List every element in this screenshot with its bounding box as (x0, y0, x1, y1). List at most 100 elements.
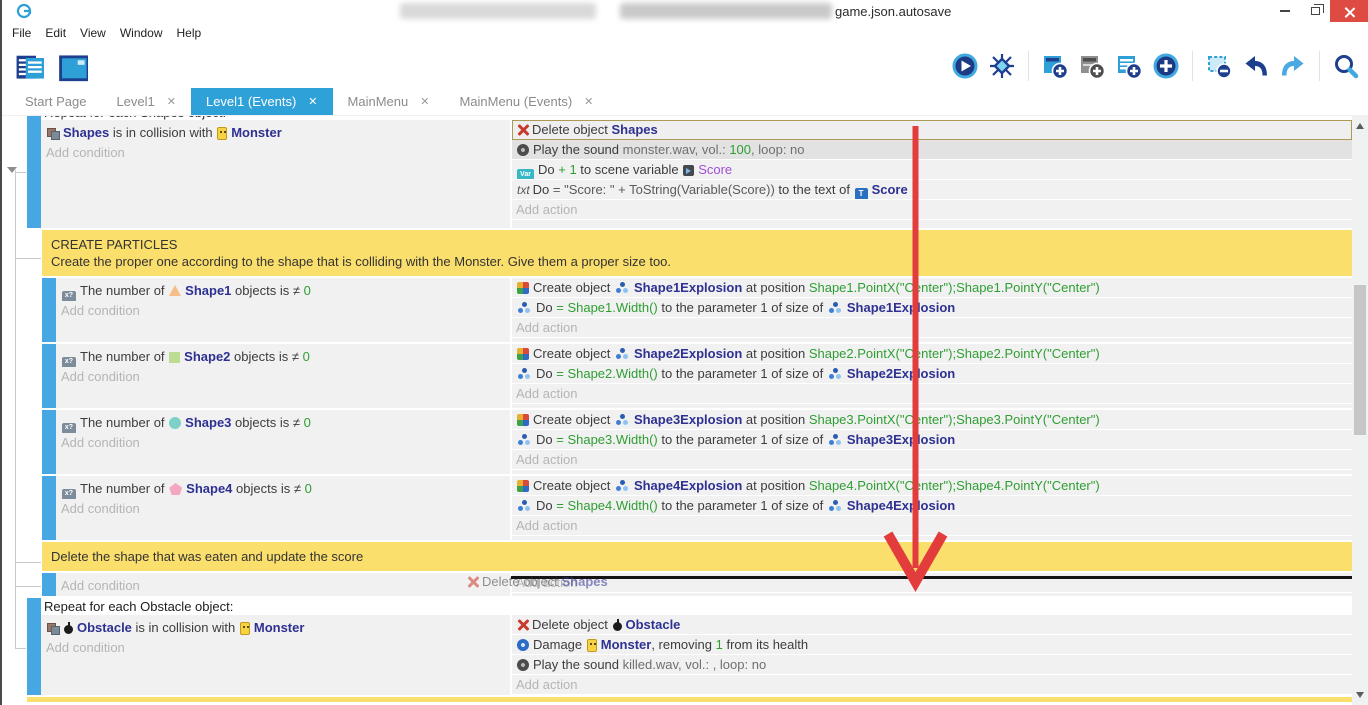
scroll-up-icon[interactable] (1356, 123, 1364, 129)
action-row[interactable]: Play the sound monster.wav, vol.: 100, l… (512, 140, 1352, 160)
event-selection-bar[interactable] (42, 573, 56, 596)
text-segment: = Shape4.Width() (556, 498, 658, 513)
add-condition-link[interactable]: Add condition (46, 638, 510, 658)
action-row[interactable]: Play the sound killed.wav, vol.: , loop:… (512, 655, 1352, 675)
event-selection-bar[interactable] (42, 278, 56, 342)
add-circle-icon[interactable] (1152, 52, 1180, 80)
vertical-scrollbar[interactable] (1352, 116, 1368, 705)
play-icon[interactable] (951, 52, 979, 80)
add-condition-link[interactable]: Add condition (61, 576, 510, 596)
text-segment: , removing (651, 637, 715, 652)
event-block: x?The number of Shape3 objects is ≠ 0Add… (42, 410, 1352, 474)
menu-file[interactable]: File (8, 24, 41, 43)
event-selection-bar[interactable] (42, 476, 56, 540)
menu-edit[interactable]: Edit (41, 24, 76, 43)
text-segment: Shape3 (185, 415, 231, 430)
action-row[interactable]: Damage Monster, removing 1 from its heal… (512, 635, 1352, 655)
text-segment: Shape2 (184, 349, 230, 364)
tab-mainmenu[interactable]: MainMenu✕ (333, 88, 445, 115)
action-row[interactable]: VarDo + 1 to scene variable Score (512, 160, 1352, 180)
text-segment: Do (538, 162, 558, 177)
condition-row[interactable]: x?The number of Shape3 objects is ≠ 0 (61, 413, 510, 433)
add-action-link[interactable]: Add action (512, 516, 1352, 536)
tab-close-icon[interactable]: ✕ (584, 95, 593, 108)
tab-close-icon[interactable]: ✕ (167, 95, 176, 108)
add-action-link[interactable]: Add action (512, 450, 1352, 470)
condition-row[interactable]: Shapes is in collision with Monster (46, 123, 510, 143)
minimize-button[interactable] (1270, 0, 1300, 22)
action-row[interactable]: Create object Shape4Explosion at positio… (512, 476, 1352, 496)
comment-title: Delete the shape that was eaten and upda… (51, 548, 1343, 565)
condition-row[interactable]: x?The number of Shape4 objects is ≠ 0 (61, 479, 510, 499)
add-subevent-icon[interactable] (1078, 52, 1106, 80)
add-comment-icon[interactable] (1115, 52, 1143, 80)
conditions-cell: Add condition (56, 573, 510, 596)
add-condition-link[interactable]: Add condition (61, 499, 510, 519)
add-action-link[interactable]: Add action (512, 200, 1352, 220)
textobj-icon: T (855, 188, 868, 200)
add-action-link[interactable]: Add action (512, 318, 1352, 338)
comment-block[interactable]: CREATE PARTICLESCreate the proper one ac… (42, 230, 1352, 276)
text-segment: = "Score: " + ToString(Variable(Score)) (553, 182, 775, 197)
tab-mainmenu-events-[interactable]: MainMenu (Events)✕ (444, 88, 608, 115)
add-condition-link[interactable]: Add condition (46, 143, 510, 163)
undo-icon[interactable] (1242, 52, 1270, 80)
event-inner: x?The number of Shape2 objects is ≠ 0Add… (56, 344, 1352, 408)
delete-icon (467, 576, 479, 588)
tab-start-page[interactable]: Start Page (10, 88, 101, 115)
remove-selection-icon[interactable] (1205, 52, 1233, 80)
scene-window-icon[interactable] (56, 50, 88, 82)
add-event-icon[interactable] (1041, 52, 1069, 80)
comment-block[interactable]: Delete the shape that was eaten and upda… (42, 542, 1352, 571)
event-header[interactable]: Repeat for each Obstacle object: (41, 598, 1352, 615)
particle-icon (615, 282, 630, 294)
tab-close-icon[interactable]: ✕ (308, 95, 317, 108)
add-action-link[interactable]: Add action (512, 384, 1352, 404)
add-action-link[interactable]: Add action (512, 675, 1352, 695)
delete-icon (517, 619, 529, 631)
action-row[interactable]: Do = Shape2.Width() to the parameter 1 o… (512, 364, 1352, 384)
action-row[interactable]: Delete object Shapes (512, 120, 1352, 140)
scroll-down-icon[interactable] (1356, 692, 1364, 698)
menu-help[interactable]: Help (173, 24, 212, 43)
tab-close-icon[interactable]: ✕ (420, 95, 429, 108)
condition-row[interactable]: x?The number of Shape2 objects is ≠ 0 (61, 347, 510, 367)
conditions-cell: Obstacle is in collision with MonsterAdd… (41, 615, 510, 695)
event-selection-bar[interactable] (27, 598, 41, 695)
menu-view[interactable]: View (76, 24, 116, 43)
action-row[interactable]: Delete object Obstacle (512, 615, 1352, 635)
conditions-cell: x?The number of Shape3 objects is ≠ 0Add… (56, 410, 510, 474)
condition-row[interactable]: x?The number of Shape1 objects is ≠ 0 (61, 281, 510, 301)
actions-cell: Delete object ObstacleDamage Monster, re… (512, 615, 1352, 695)
debug-icon[interactable] (988, 52, 1016, 80)
search-icon[interactable] (1332, 52, 1360, 80)
tab-level1[interactable]: Level1✕ (101, 88, 191, 115)
add-condition-link[interactable]: Add condition (61, 433, 510, 453)
project-manager-icon[interactable] (12, 50, 44, 82)
scrollbar-thumb[interactable] (1354, 285, 1366, 435)
add-condition-link[interactable]: Add condition (61, 301, 510, 321)
menu-window[interactable]: Window (116, 24, 173, 43)
maximize-button[interactable] (1300, 0, 1330, 22)
action-row[interactable]: Create object Shape1Explosion at positio… (512, 278, 1352, 298)
event-selection-bar[interactable] (42, 344, 56, 408)
shape3-icon (169, 417, 181, 429)
tab-level1-events-[interactable]: Level1 (Events)✕ (191, 88, 333, 115)
action-row[interactable]: Do = Shape1.Width() to the parameter 1 o… (512, 298, 1352, 318)
action-row[interactable]: Do = Shape3.Width() to the parameter 1 o… (512, 430, 1352, 450)
action-row[interactable]: Do = Shape4.Width() to the parameter 1 o… (512, 496, 1352, 516)
add-condition-link[interactable]: Add condition (61, 367, 510, 387)
action-row[interactable]: txtDo = "Score: " + ToString(Variable(Sc… (512, 180, 1352, 200)
particle-icon (615, 348, 630, 360)
close-button[interactable] (1330, 0, 1368, 22)
event-body: x?The number of Shape4 objects is ≠ 0Add… (56, 476, 1352, 540)
condition-row[interactable]: Obstacle is in collision with Monster (46, 618, 510, 638)
actions-cell: Create object Shape3Explosion at positio… (512, 410, 1352, 474)
action-row[interactable]: Create object Shape2Explosion at positio… (512, 344, 1352, 364)
action-row[interactable]: Create object Shape3Explosion at positio… (512, 410, 1352, 430)
event-selection-bar[interactable] (27, 116, 41, 228)
text-segment: Shape1.PointX("Center");Shape1.PointY("C… (809, 280, 1100, 295)
text-segment: Shape1 (185, 283, 231, 298)
event-selection-bar[interactable] (42, 410, 56, 474)
redo-icon[interactable] (1279, 52, 1307, 80)
